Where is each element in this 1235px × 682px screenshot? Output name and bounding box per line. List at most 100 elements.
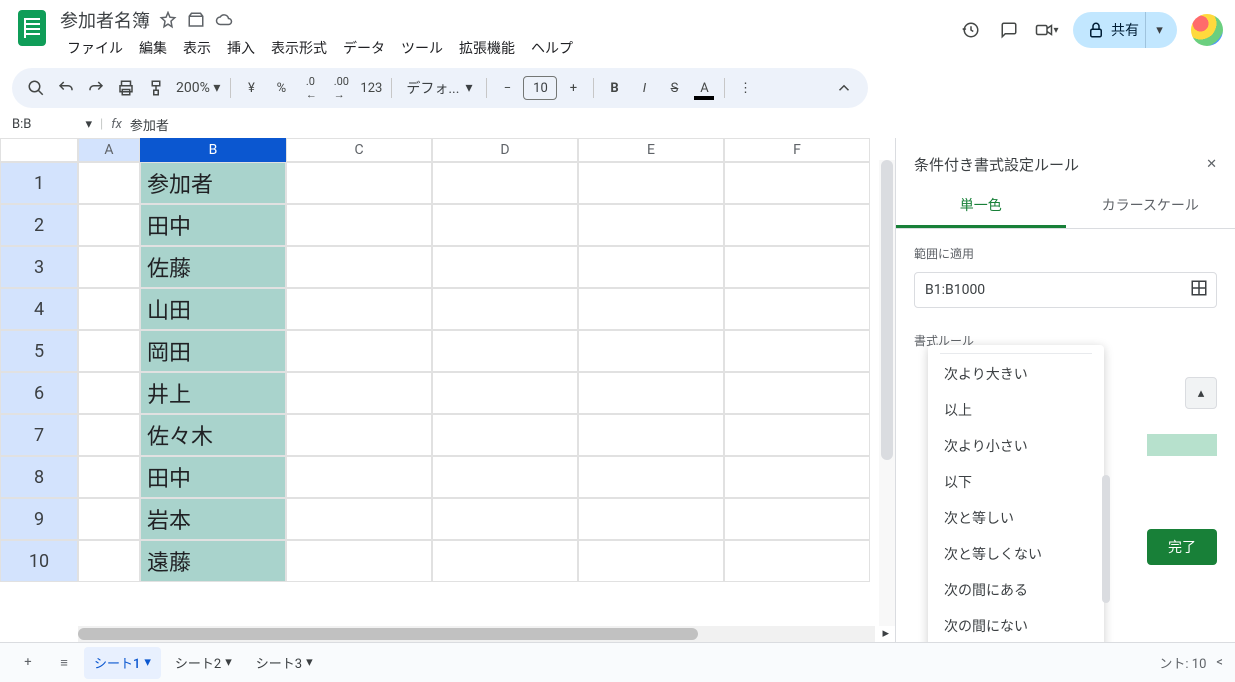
- increase-decimal-button[interactable]: .00→: [327, 74, 355, 102]
- cell[interactable]: [78, 414, 140, 456]
- cell[interactable]: [578, 456, 724, 498]
- cell[interactable]: [78, 540, 140, 582]
- doc-title[interactable]: 参加者名簿: [60, 7, 150, 33]
- print-icon[interactable]: [112, 74, 140, 102]
- cell[interactable]: [724, 288, 870, 330]
- dd-item[interactable]: 次と等しくない: [928, 536, 1104, 572]
- cell[interactable]: [578, 372, 724, 414]
- cell[interactable]: [286, 372, 432, 414]
- sheet-tab-1[interactable]: シート1 ▾: [84, 647, 161, 679]
- rule-dropdown-trigger[interactable]: ▴: [1185, 377, 1217, 409]
- cell[interactable]: [286, 498, 432, 540]
- sheet-tab-2[interactable]: シート2 ▾: [165, 647, 242, 679]
- increase-font-button[interactable]: +: [559, 74, 587, 102]
- star-icon[interactable]: [158, 10, 178, 30]
- cell[interactable]: [724, 372, 870, 414]
- dd-item[interactable]: 次より小さい: [928, 428, 1104, 464]
- menu-format[interactable]: 表示形式: [264, 34, 334, 62]
- percent-button[interactable]: %: [267, 74, 295, 102]
- formula-bar[interactable]: 参加者: [130, 115, 169, 134]
- cell[interactable]: [724, 540, 870, 582]
- name-box[interactable]: B:B▾: [12, 117, 92, 132]
- decrease-font-button[interactable]: −: [493, 74, 521, 102]
- cell[interactable]: [578, 330, 724, 372]
- cell[interactable]: 山田: [140, 288, 286, 330]
- menu-file[interactable]: ファイル: [60, 34, 130, 62]
- row-header[interactable]: 7: [0, 414, 78, 456]
- cell[interactable]: [286, 330, 432, 372]
- currency-button[interactable]: ¥: [237, 74, 265, 102]
- cell[interactable]: [78, 162, 140, 204]
- redo-icon[interactable]: [82, 74, 110, 102]
- col-header-B[interactable]: B: [140, 138, 286, 162]
- paint-format-icon[interactable]: [142, 74, 170, 102]
- row-header[interactable]: 8: [0, 456, 78, 498]
- cell[interactable]: [286, 414, 432, 456]
- cell[interactable]: [724, 498, 870, 540]
- cell[interactable]: [432, 288, 578, 330]
- cell[interactable]: [78, 498, 140, 540]
- add-sheet-button[interactable]: +: [12, 647, 44, 679]
- cell[interactable]: [78, 246, 140, 288]
- menu-view[interactable]: 表示: [176, 34, 218, 62]
- tab-single-color[interactable]: 単一色: [896, 185, 1066, 228]
- col-header-E[interactable]: E: [578, 138, 724, 162]
- cell[interactable]: [286, 288, 432, 330]
- cell[interactable]: [286, 204, 432, 246]
- menu-edit[interactable]: 編集: [132, 34, 174, 62]
- range-input[interactable]: B1:B1000: [914, 272, 1217, 308]
- meet-icon[interactable]: ▾: [1035, 18, 1059, 42]
- bold-button[interactable]: B: [600, 74, 628, 102]
- cell[interactable]: 佐々木: [140, 414, 286, 456]
- cell[interactable]: 佐藤: [140, 246, 286, 288]
- cell[interactable]: [432, 246, 578, 288]
- cell[interactable]: [432, 330, 578, 372]
- more-toolbar-icon[interactable]: ⋮: [731, 74, 759, 102]
- col-header-C[interactable]: C: [286, 138, 432, 162]
- cell[interactable]: [432, 204, 578, 246]
- close-icon[interactable]: ✕: [1206, 157, 1217, 172]
- col-header-F[interactable]: F: [724, 138, 870, 162]
- dd-item[interactable]: 次の間にある: [928, 572, 1104, 608]
- undo-icon[interactable]: [52, 74, 80, 102]
- cell[interactable]: [724, 414, 870, 456]
- row-header[interactable]: 2: [0, 204, 78, 246]
- cell[interactable]: [578, 540, 724, 582]
- cell[interactable]: [432, 540, 578, 582]
- cell[interactable]: 遠藤: [140, 540, 286, 582]
- cell[interactable]: [78, 330, 140, 372]
- text-color-button[interactable]: A: [690, 74, 718, 102]
- cell[interactable]: [286, 456, 432, 498]
- dd-item[interactable]: 次の間にない: [928, 608, 1104, 642]
- cell[interactable]: 井上: [140, 372, 286, 414]
- cell[interactable]: [724, 456, 870, 498]
- cell[interactable]: 田中: [140, 456, 286, 498]
- cell[interactable]: [78, 372, 140, 414]
- row-header[interactable]: 1: [0, 162, 78, 204]
- cell[interactable]: [578, 246, 724, 288]
- cell[interactable]: 岡田: [140, 330, 286, 372]
- sheet-tab-3[interactable]: シート3 ▾: [246, 647, 323, 679]
- grid-select-icon[interactable]: [1190, 279, 1208, 301]
- search-icon[interactable]: [22, 74, 50, 102]
- sheets-logo[interactable]: [12, 8, 52, 48]
- row-header[interactable]: 6: [0, 372, 78, 414]
- font-select[interactable]: デフォ... ▾: [398, 78, 480, 98]
- col-header-D[interactable]: D: [432, 138, 578, 162]
- italic-button[interactable]: I: [630, 74, 658, 102]
- cell[interactable]: [578, 498, 724, 540]
- row-header[interactable]: 3: [0, 246, 78, 288]
- dd-item[interactable]: 以下: [928, 464, 1104, 500]
- cell[interactable]: [724, 246, 870, 288]
- history-icon[interactable]: [959, 18, 983, 42]
- dd-item[interactable]: 次より大きい: [928, 356, 1104, 392]
- cell[interactable]: [286, 246, 432, 288]
- cell[interactable]: [432, 456, 578, 498]
- row-header[interactable]: 10: [0, 540, 78, 582]
- cell[interactable]: [724, 162, 870, 204]
- select-all-corner[interactable]: [0, 138, 78, 162]
- row-header[interactable]: 9: [0, 498, 78, 540]
- row-header[interactable]: 5: [0, 330, 78, 372]
- menu-extensions[interactable]: 拡張機能: [452, 34, 522, 62]
- spreadsheet-grid[interactable]: A B C D E F 1参加者 2田中 3佐藤 4山田 5岡田 6井上 7佐々…: [0, 138, 895, 582]
